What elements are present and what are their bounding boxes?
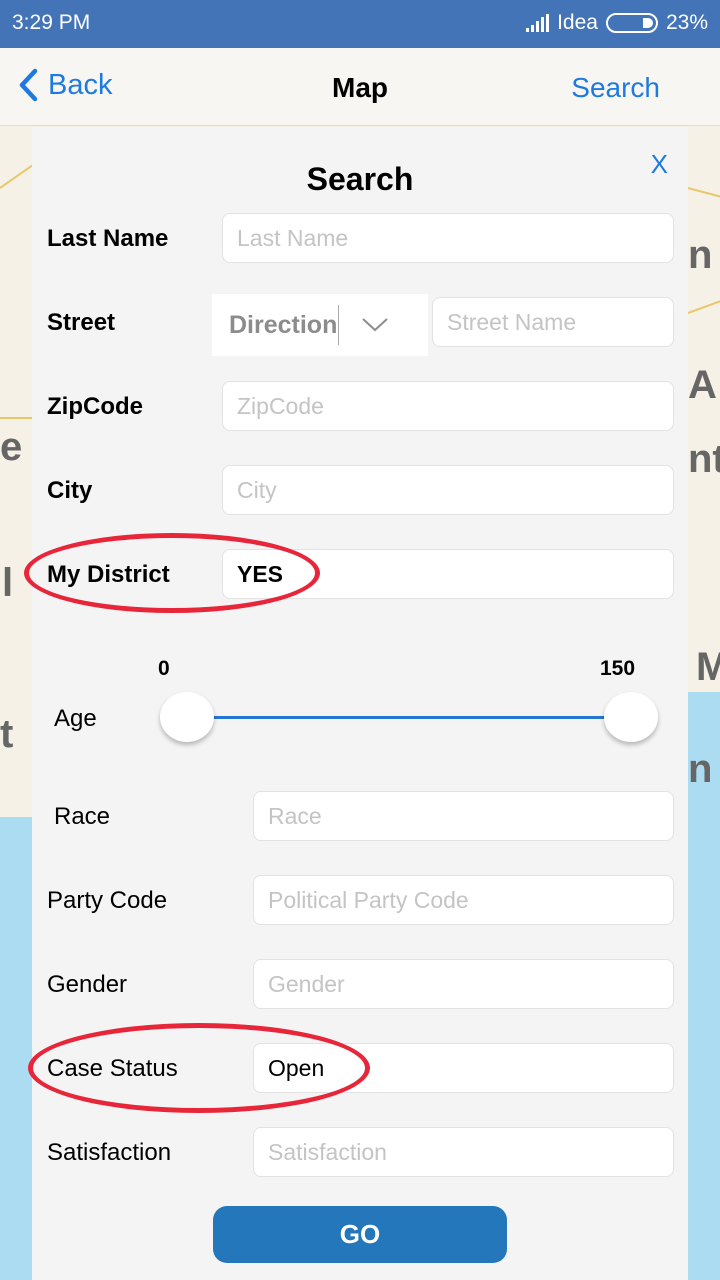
- text-cursor: [338, 305, 340, 345]
- age-max-label: 150: [600, 657, 636, 680]
- race-label: Race: [54, 803, 111, 830]
- gender-label: Gender: [47, 971, 128, 998]
- battery-icon: [605, 13, 658, 33]
- age-slider-max-thumb[interactable]: [604, 692, 658, 742]
- city-label: City: [47, 477, 93, 504]
- age-min-label: 0: [158, 657, 170, 680]
- case-status-input[interactable]: Open: [253, 1043, 674, 1093]
- age-slider-track[interactable]: [187, 716, 632, 719]
- street-label: Street: [47, 309, 116, 336]
- age-label: Age: [54, 705, 97, 732]
- navigation-bar: Back Map Search: [0, 48, 720, 126]
- map-road: [687, 298, 720, 314]
- status-time: 3:29 PM: [12, 11, 91, 34]
- race-input[interactable]: Race: [253, 791, 674, 841]
- party-code-input[interactable]: Political Party Code: [253, 875, 674, 925]
- map-label: nt: [688, 437, 720, 481]
- street-name-input[interactable]: Street Name: [432, 297, 674, 347]
- map-label: n: [688, 747, 713, 791]
- age-slider-min-thumb[interactable]: [160, 692, 214, 742]
- map-label: l: [2, 561, 14, 605]
- my-district-label: My District: [47, 561, 170, 588]
- nav-search-button[interactable]: Search: [571, 72, 660, 104]
- status-bar: 3:29 PM Idea 23%: [0, 0, 720, 48]
- direction-dropdown[interactable]: Direction: [212, 294, 428, 356]
- city-input[interactable]: City: [222, 465, 674, 515]
- zipcode-label: ZipCode: [47, 393, 143, 420]
- gender-input[interactable]: Gender: [253, 959, 674, 1009]
- modal-title: Search: [306, 161, 414, 197]
- go-button[interactable]: GO: [213, 1206, 507, 1263]
- party-code-label: Party Code: [47, 887, 168, 914]
- last-name-label: Last Name: [47, 225, 169, 252]
- direction-value: Direction: [229, 310, 338, 339]
- signal-icon: [526, 14, 550, 32]
- case-status-label: Case Status: [47, 1055, 178, 1082]
- status-indicators: Idea 23%: [526, 11, 708, 35]
- map-label: e: [0, 425, 23, 469]
- satisfaction-input[interactable]: Satisfaction: [253, 1127, 674, 1177]
- battery-percent: 23%: [665, 11, 708, 34]
- my-district-input[interactable]: YES: [222, 549, 674, 599]
- map-label: M: [696, 645, 720, 689]
- close-button[interactable]: X: [651, 149, 668, 180]
- zipcode-input[interactable]: ZipCode: [222, 381, 674, 431]
- map-label: A: [688, 363, 717, 407]
- chevron-down-icon: [362, 318, 389, 332]
- map-label: t: [0, 712, 14, 756]
- last-name-input[interactable]: Last Name: [222, 213, 674, 263]
- search-modal: Search X Last Name Last Name Street Dire…: [32, 127, 688, 1280]
- map-label: n: [688, 233, 713, 277]
- satisfaction-label: Satisfaction: [47, 1139, 172, 1166]
- map-road: [687, 187, 720, 200]
- carrier-name: Idea: [557, 11, 598, 34]
